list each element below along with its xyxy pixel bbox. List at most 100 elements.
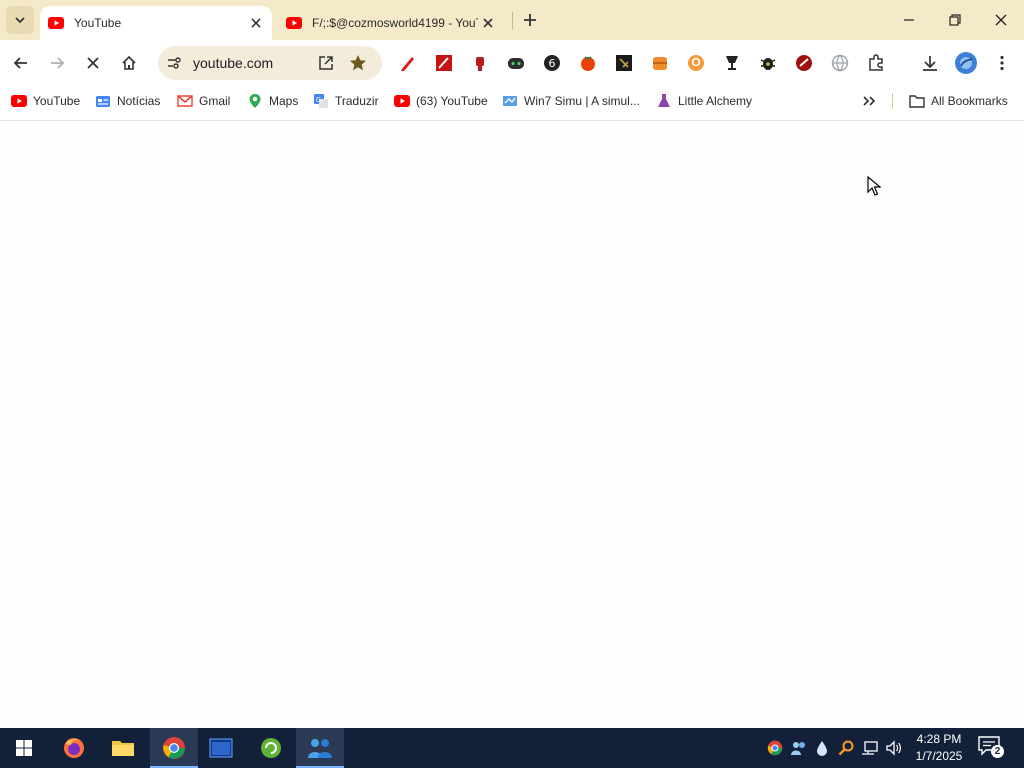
address-bar[interactable]: youtube.com — [158, 46, 382, 80]
tab-title: YouTube — [74, 16, 122, 30]
taskbar: 4:28 PM 1/7/2025 2 — [0, 728, 1024, 768]
orange-circle-extension-icon[interactable] — [686, 53, 706, 73]
window-app-icon — [209, 738, 233, 758]
close-tab-icon[interactable] — [246, 13, 266, 33]
trophy-extension-icon[interactable] — [722, 53, 742, 73]
tab-search-button[interactable] — [6, 6, 34, 34]
restore-icon — [949, 14, 961, 26]
arrow-right-icon — [51, 57, 65, 69]
bookmarks-bar: YouTube Notícias Gmail Maps G Traduzir (… — [0, 86, 1024, 116]
tray-droplet-icon[interactable] — [812, 738, 832, 758]
maps-icon — [247, 93, 263, 109]
bookmark-63-youtube[interactable]: (63) YouTube — [394, 91, 488, 111]
minimize-button[interactable] — [886, 0, 932, 40]
bookmark-little-alchemy[interactable]: Little Alchemy — [656, 91, 752, 111]
people-icon — [308, 739, 332, 758]
double-chevron-right-icon — [863, 96, 876, 106]
pen-extension-icon[interactable] — [398, 53, 418, 73]
arrow-left-icon — [13, 57, 27, 69]
action-center-button[interactable]: 2 — [978, 736, 1004, 760]
all-bookmarks-button[interactable]: All Bookmarks — [909, 91, 1008, 111]
restore-button[interactable] — [932, 0, 978, 40]
bookmark-label: (63) YouTube — [416, 94, 488, 108]
url-text[interactable]: youtube.com — [193, 55, 273, 71]
taskbar-firefox[interactable] — [50, 728, 98, 768]
bookmark-gmail[interactable]: Gmail — [177, 91, 230, 111]
taskbar-file-explorer[interactable] — [99, 728, 147, 768]
gamepad-extension-icon[interactable] — [506, 53, 526, 73]
home-button[interactable] — [113, 47, 145, 79]
taskbar-green-app[interactable] — [247, 728, 295, 768]
bookmark-label: Notícias — [117, 94, 161, 108]
back-button[interactable] — [5, 47, 37, 79]
open-in-app-icon[interactable] — [318, 55, 334, 71]
tab-youtube[interactable]: YouTube — [40, 6, 272, 40]
svg-text:G: G — [316, 96, 321, 104]
tray-volume-icon[interactable] — [884, 738, 904, 758]
info-circle-extension-icon[interactable]: 6 — [542, 53, 562, 73]
taskbar-window-app[interactable] — [197, 728, 245, 768]
bookmark-label: YouTube — [33, 94, 81, 108]
taskbar-chrome[interactable] — [150, 728, 198, 768]
tray-people-icon[interactable] — [789, 738, 809, 758]
globe-extension-icon[interactable] — [830, 53, 850, 73]
tray-network-icon[interactable] — [860, 738, 880, 758]
bookmark-maps[interactable]: Maps — [247, 91, 298, 111]
tomato-extension-icon[interactable] — [578, 53, 598, 73]
bag-extension-icon[interactable] — [650, 53, 670, 73]
forward-button[interactable] — [41, 47, 73, 79]
green-refresh-icon — [261, 738, 281, 758]
bookmark-win7-simu[interactable]: Win7 Simu | A simul... — [502, 91, 640, 111]
news-icon — [95, 93, 111, 109]
taskbar-people-app[interactable] — [296, 728, 344, 768]
youtube-icon — [394, 93, 410, 109]
system-clock[interactable]: 4:28 PM 1/7/2025 — [908, 731, 970, 765]
bookmark-traduzir[interactable]: G Traduzir — [313, 91, 379, 111]
start-button[interactable] — [0, 728, 48, 768]
menu-kebab-icon[interactable] — [992, 53, 1012, 73]
tab-separator — [512, 12, 513, 30]
page-content[interactable] — [0, 121, 1024, 728]
minimize-icon — [904, 19, 914, 21]
star-icon[interactable] — [349, 54, 367, 72]
gmail-icon — [177, 93, 193, 109]
new-tab-button[interactable] — [518, 8, 542, 32]
bug-extension-icon[interactable] — [758, 53, 778, 73]
site-settings-icon[interactable] — [167, 56, 181, 70]
download-icon[interactable] — [920, 53, 940, 73]
pencil-box-extension-icon[interactable] — [434, 53, 454, 73]
clock-date: 1/7/2025 — [915, 749, 963, 763]
youtube-icon — [48, 15, 64, 31]
tray-search-icon[interactable] — [836, 738, 856, 758]
youtube-icon — [286, 15, 302, 31]
stop-loading-button[interactable] — [77, 47, 109, 79]
notification-count: 2 — [991, 745, 1004, 758]
fist-extension-icon[interactable] — [470, 53, 490, 73]
chevron-down-icon — [15, 17, 25, 24]
firefox-icon — [64, 738, 84, 758]
toolbar: youtube.com 6 — [0, 40, 1024, 112]
close-window-button[interactable] — [978, 0, 1024, 40]
more-bookmarks-button[interactable] — [862, 91, 876, 111]
all-bookmarks-label: All Bookmarks — [931, 94, 1008, 108]
bookmark-noticias[interactable]: Notícias — [95, 91, 160, 111]
windows-logo-icon — [16, 740, 32, 756]
profile-avatar[interactable] — [954, 51, 978, 75]
svg-text:6: 6 — [549, 57, 556, 70]
tray-chrome-icon[interactable] — [765, 738, 785, 758]
tab-cozmosworld[interactable]: F/;:$@cozmosworld4199 - YouTube — [278, 6, 506, 40]
dark-tile-extension-icon[interactable] — [614, 53, 634, 73]
home-icon — [122, 55, 136, 70]
bookmark-label: Maps — [269, 94, 299, 108]
bookmark-label: Traduzir — [335, 94, 379, 108]
folder-icon — [112, 741, 134, 756]
close-tab-icon[interactable] — [478, 13, 498, 33]
bookmark-label: Gmail — [199, 94, 231, 108]
mouse-cursor-icon — [867, 175, 882, 201]
tab-title: F/;:$@cozmosworld4199 - YouTube — [312, 16, 478, 30]
red-circle-extension-icon[interactable] — [794, 53, 814, 73]
bookmark-label: Win7 Simu | A simul... — [524, 94, 640, 108]
plus-icon — [524, 14, 536, 26]
extensions-puzzle-icon[interactable] — [866, 53, 886, 73]
bookmark-youtube[interactable]: YouTube — [11, 91, 80, 111]
